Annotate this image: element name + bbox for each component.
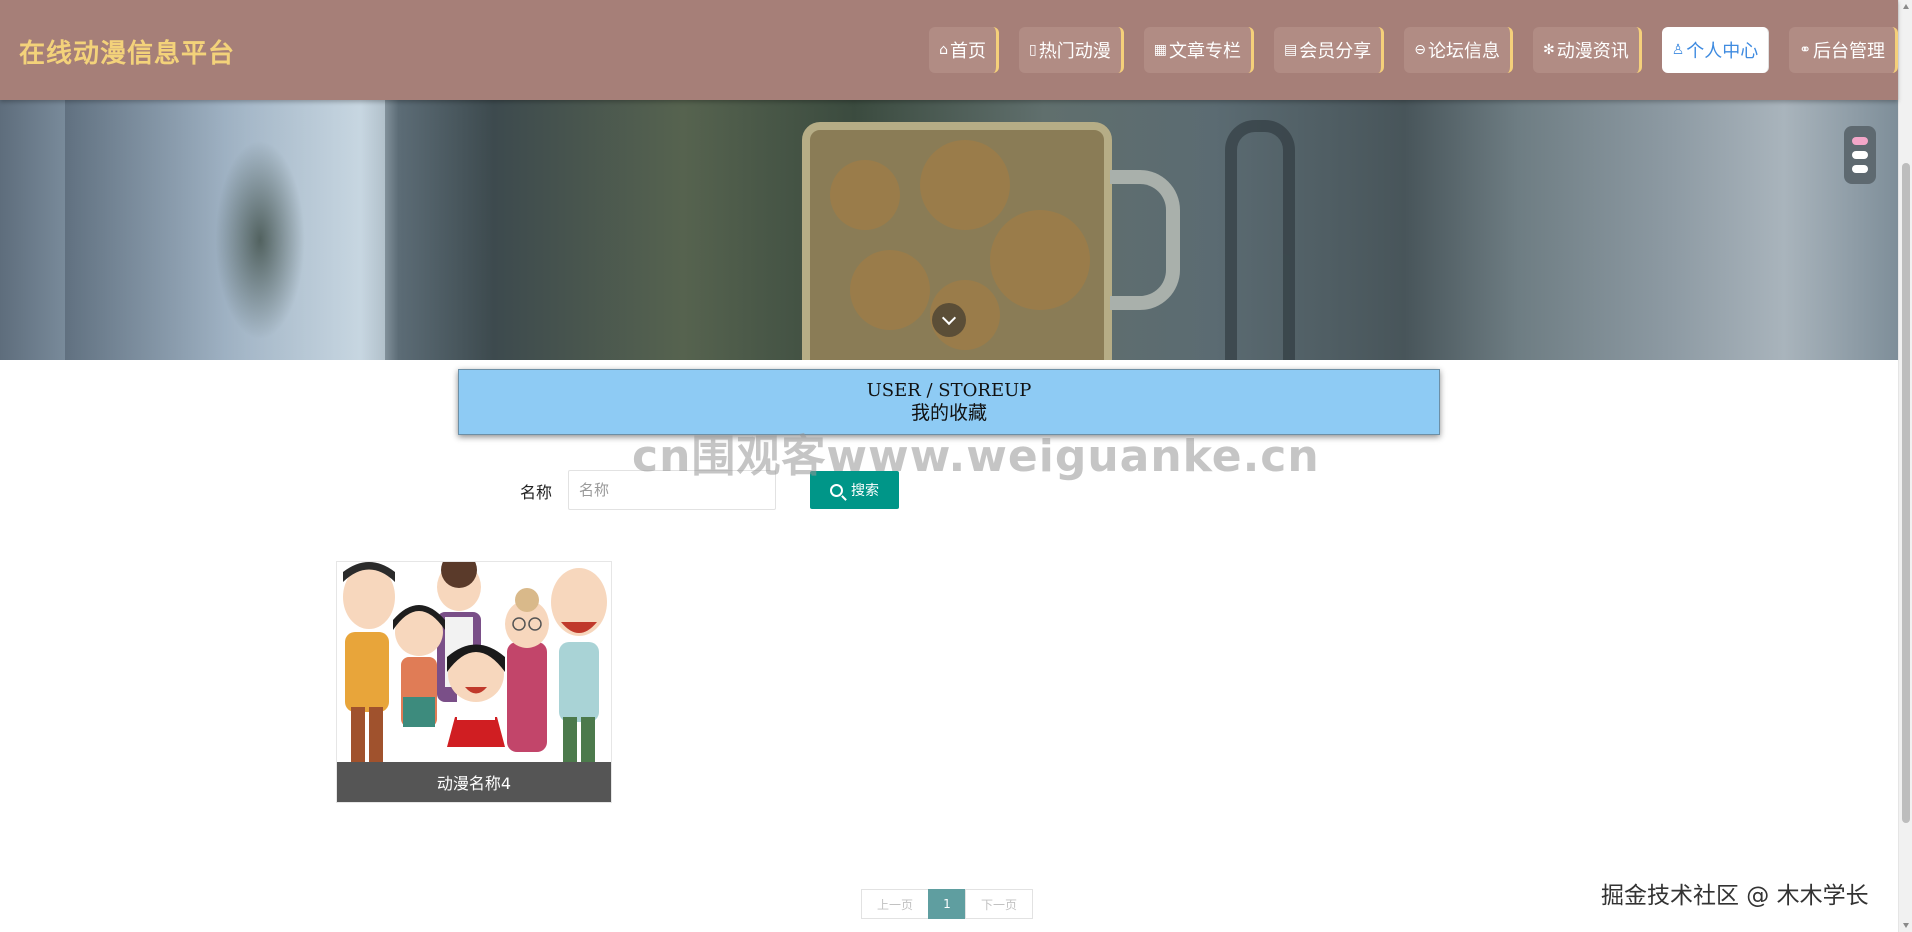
nav-forum[interactable]: ⊖ 论坛信息 [1404,27,1513,73]
nav-label: 论坛信息 [1427,41,1500,62]
banner-plant [215,140,305,340]
nav-admin[interactable]: ⚭ 后台管理 [1789,27,1898,73]
nav-articles[interactable]: ▦ 文章专栏 [1143,27,1254,73]
page: 在线动漫信息平台 ⌂ 首页 ▯ 热门动漫 ▦ 文章专栏 ▤ 会员分享 ⊖ 论坛信息 ✻ 动漫… [0,0,1912,932]
search-icon [830,483,843,497]
forum-icon: ⊖ [1414,42,1426,58]
hot-icon: ▯ [1029,42,1037,58]
prev-page-button[interactable]: 上一页 [861,889,929,919]
scroll-up-arrow-icon[interactable] [1903,4,1909,9]
watermark: cn围观客www.weiguanke.cn [632,431,1320,482]
nav-label: 首页 [950,41,987,62]
home-icon: ⌂ [939,42,949,58]
credit-watermark: 掘金技术社区 @ 木木学长 [1601,883,1869,909]
anime-name-caption: 动漫名称4 [337,762,611,802]
chevron-down-icon [941,310,957,325]
top-navbar: 在线动漫信息平台 ⌂ 首页 ▯ 热门动漫 ▦ 文章专栏 ▤ 会员分享 ⊖ 论坛信息 ✻ 动漫… [0,0,1898,100]
switch-dot-active [1852,137,1868,145]
nav-label: 会员分享 [1299,41,1372,62]
scroll-down-arrow-icon[interactable] [1903,923,1909,928]
scrollbar-thumb[interactable] [1902,163,1910,823]
pagination: 上一页 1 下一页 [861,889,1033,919]
nav-label: 文章专栏 [1169,41,1241,62]
nav-home[interactable]: ⌂ 首页 [929,27,1000,73]
nav-hot-anime[interactable]: ▯ 热门动漫 [1019,27,1124,73]
anime-cover-image [337,562,611,762]
switch-dot [1852,151,1868,159]
link-icon: ⚭ [1799,42,1811,58]
nav-label: 后台管理 [1813,41,1885,62]
hero-banner [0,100,1898,360]
nav-member-share[interactable]: ▤ 会员分享 [1274,27,1385,73]
main-nav: ⌂ 首页 ▯ 热门动漫 ▦ 文章专栏 ▤ 会员分享 ⊖ 论坛信息 ✻ 动漫资讯 ♙ 个人中心 … [909,27,1898,73]
nav-label: 个人中心 [1686,41,1759,62]
nav-label: 动漫资讯 [1556,41,1629,62]
nav-label: 热门动漫 [1038,41,1111,62]
nav-personal-center[interactable]: ♙ 个人中心 [1661,27,1770,73]
switch-dot [1852,165,1868,173]
news-icon: ✻ [1542,42,1555,58]
section-title-en: USER / STOREUP [866,380,1032,401]
nav-anime-news[interactable]: ✻ 动漫资讯 [1532,27,1642,73]
site-title[interactable]: 在线动漫信息平台 [19,33,235,70]
article-icon: ▦ [1153,42,1167,58]
vertical-scrollbar[interactable] [1898,0,1912,932]
banner-background-pipe [1225,120,1295,360]
banner-mug-handle [1110,170,1180,310]
next-page-button[interactable]: 下一页 [965,889,1033,919]
favorite-card[interactable]: 动漫名称4 [336,561,612,803]
search-name-label: 名称 [520,483,553,502]
anime-family-illustration [337,562,611,762]
theme-switcher[interactable] [1844,126,1876,184]
user-icon: ♙ [1671,42,1685,58]
scroll-down-button[interactable] [932,303,966,337]
current-page[interactable]: 1 [928,889,966,919]
share-icon: ▤ [1284,42,1298,58]
